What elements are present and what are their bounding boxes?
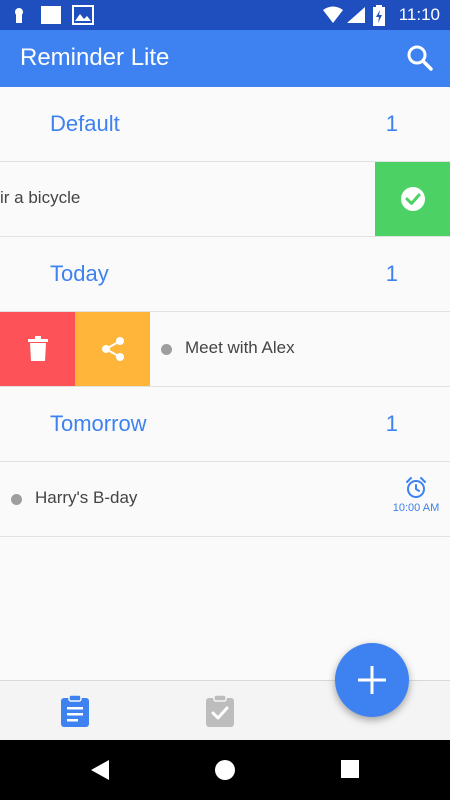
plus-icon: [358, 666, 386, 694]
keyhole-icon: [15, 8, 23, 23]
group-title: Default: [50, 111, 120, 136]
group-count: 1: [385, 111, 398, 136]
signal-icon: [347, 7, 365, 23]
alarm-time: 10:00 AM: [392, 502, 440, 514]
delete-button[interactable]: [0, 312, 75, 386]
add-reminder-button[interactable]: [335, 643, 409, 717]
square-icon: [41, 6, 61, 24]
task-row-harry-bday[interactable]: Harry's B-day 10:00 AM: [0, 462, 450, 537]
task-bullet: [161, 344, 172, 355]
home-icon[interactable]: [214, 759, 236, 781]
group-title: Tomorrow: [50, 411, 147, 436]
clipboard-list-icon: [61, 694, 89, 727]
battery-icon: [373, 5, 385, 26]
group-title: Today: [50, 261, 109, 286]
task-row-meet-alex[interactable]: Meet with Alex: [0, 312, 450, 387]
reminder-list[interactable]: Default 1 ir a bicycle Today 1 Meet with…: [0, 87, 450, 680]
clipboard-check-icon: [206, 694, 234, 727]
task-text: Harry's B-day: [35, 488, 138, 507]
task-bullet: [11, 494, 22, 505]
group-count: 1: [385, 411, 398, 436]
status-time: 11:10: [398, 5, 440, 24]
wifi-icon: [323, 6, 343, 23]
check-icon: [400, 187, 425, 211]
group-header-today[interactable]: Today 1: [0, 237, 450, 312]
system-navigation-bar: [0, 740, 450, 800]
recents-icon[interactable]: [340, 759, 360, 779]
task-row-bicycle[interactable]: ir a bicycle: [0, 162, 450, 237]
mark-done-button[interactable]: [375, 162, 450, 236]
back-icon[interactable]: [89, 759, 111, 781]
app-title: Reminder Lite: [20, 44, 170, 71]
alarm-indicator[interactable]: 10:00 AM: [388, 476, 444, 514]
share-button[interactable]: [75, 312, 150, 386]
app-bar: Reminder Lite: [0, 30, 450, 87]
alarm-icon: [406, 477, 426, 498]
status-bar: 11:10: [0, 0, 450, 30]
group-count: 1: [385, 261, 398, 286]
task-text: ir a bicycle: [0, 188, 81, 207]
group-header-tomorrow[interactable]: Tomorrow 1: [0, 387, 450, 462]
trash-icon: [27, 336, 48, 361]
tab-completed-reminders[interactable]: [145, 681, 295, 741]
group-header-default[interactable]: Default 1: [0, 87, 450, 162]
tab-active-reminders[interactable]: [0, 681, 150, 741]
image-icon: [72, 5, 94, 25]
share-icon: [101, 337, 124, 361]
search-icon[interactable]: [406, 44, 434, 72]
task-text: Meet with Alex: [185, 338, 295, 357]
